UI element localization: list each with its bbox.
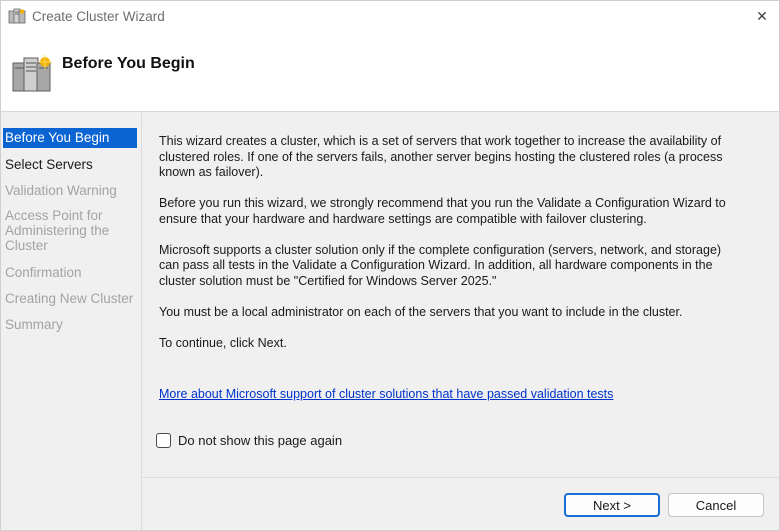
intro-paragraph: Microsoft supports a cluster solution on… <box>159 242 722 288</box>
nav-item-summary: Summary <box>5 317 63 332</box>
close-icon[interactable]: ✕ <box>749 5 775 27</box>
window-title: Create Cluster Wizard <box>32 9 165 24</box>
cluster-server-icon <box>8 8 26 26</box>
dont-show-again-checkbox[interactable] <box>156 433 171 448</box>
dont-show-again-label[interactable]: Do not show this page again <box>178 433 342 448</box>
cancel-button[interactable]: Cancel <box>668 493 764 517</box>
nav-item-creating-new-cluster: Creating New Cluster <box>5 291 134 306</box>
cluster-server-icon <box>11 53 53 95</box>
nav-item-validation-warning: Validation Warning <box>5 183 117 198</box>
nav-item-select-servers[interactable]: Select Servers <box>3 157 137 172</box>
dont-show-again-row[interactable]: Do not show this page again <box>156 433 342 448</box>
wizard-window: Create Cluster Wizard ✕ Before You Begin… <box>0 0 780 531</box>
nav-item-access-point: Access Point for Administering the Clust… <box>5 208 110 253</box>
intro-paragraph: You must be a local administrator on eac… <box>159 304 683 319</box>
nav-item-confirmation: Confirmation <box>5 265 82 280</box>
wizard-header: Before You Begin <box>1 33 779 112</box>
wizard-step-list: Before You Begin Select Servers Validati… <box>1 113 142 530</box>
page-title: Before You Begin <box>62 55 195 72</box>
intro-paragraph: To continue, click Next. <box>159 335 287 350</box>
cluster-support-link[interactable]: More about Microsoft support of cluster … <box>159 387 613 401</box>
intro-paragraph: Before you run this wizard, we strongly … <box>159 196 726 226</box>
next-button[interactable]: Next > <box>564 493 660 517</box>
title-bar[interactable]: Create Cluster Wizard ✕ <box>1 1 779 33</box>
footer-divider <box>142 477 779 478</box>
nav-item-before-you-begin[interactable]: Before You Begin <box>3 128 137 148</box>
intro-text: This wizard creates a cluster, which is … <box>159 134 739 367</box>
intro-paragraph: This wizard creates a cluster, which is … <box>159 134 723 179</box>
